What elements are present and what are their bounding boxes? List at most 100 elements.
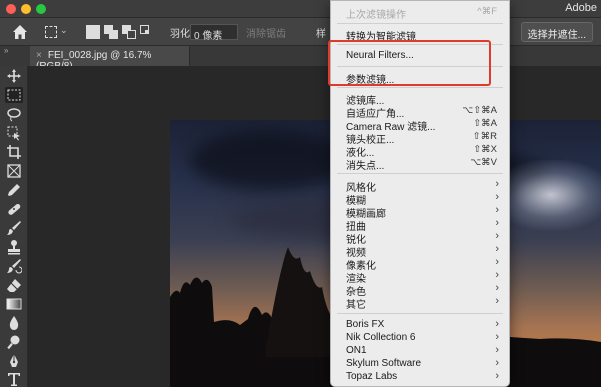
home-button[interactable]	[10, 21, 30, 43]
menu-item-sharpen[interactable]: 锐化 ›	[331, 230, 509, 246]
submenu-arrow-icon: ›	[495, 331, 499, 343]
pen-icon	[10, 354, 18, 367]
drop-icon	[9, 316, 19, 330]
menu-item-stylize[interactable]: 风格化 ›	[331, 178, 509, 194]
move-tool[interactable]	[5, 68, 23, 84]
crop-tool[interactable]	[5, 144, 23, 160]
stamp-tool[interactable]	[5, 239, 23, 255]
menu-separator	[337, 87, 503, 88]
submenu-arrow-icon: ›	[495, 191, 499, 203]
brush-tool[interactable]	[5, 220, 23, 236]
frame-tool[interactable]	[5, 163, 23, 179]
menu-item-camera-raw[interactable]: Camera Raw 滤镜... ⇧⌘A	[331, 118, 509, 133]
home-icon	[13, 25, 27, 39]
new-selection-button[interactable]	[86, 25, 100, 39]
submenu-arrow-icon: ›	[495, 243, 499, 255]
annotation-highlight-box	[328, 40, 491, 86]
menu-separator	[337, 313, 503, 314]
submenu-arrow-icon: ›	[495, 357, 499, 369]
history-brush-icon	[7, 259, 23, 274]
submenu-arrow-icon: ›	[495, 230, 499, 242]
zoom-window-button[interactable]	[36, 4, 46, 14]
select-and-mask-button[interactable]: 选择并遮住...	[520, 22, 593, 42]
pen-tool[interactable]	[5, 353, 23, 369]
dodge-icon	[7, 335, 20, 350]
type-tool[interactable]	[5, 371, 23, 387]
menu-item-vanishing-point[interactable]: 消失点... ⌥⌘V	[331, 157, 509, 172]
menu-item-blur-gallery[interactable]: 模糊画廊 ›	[331, 204, 509, 220]
submenu-arrow-icon: ›	[495, 295, 499, 307]
menu-item-adaptive-wide-angle[interactable]: 自适应广角... ⌥⇧⌘A	[331, 105, 509, 120]
menu-item-noise[interactable]: 杂色 ›	[331, 282, 509, 298]
menu-item-boris-fx[interactable]: Boris FX ›	[331, 318, 509, 332]
eraser-icon	[7, 279, 21, 292]
menu-item-topaz-labs[interactable]: Topaz Labs ›	[331, 370, 509, 384]
marquee-icon	[45, 26, 57, 38]
subtract-selection-button[interactable]	[122, 25, 136, 39]
menu-item-lens-correction[interactable]: 镜头校正... ⇧⌘R	[331, 131, 509, 146]
menu-item-liquify[interactable]: 液化... ⇧⌘X	[331, 144, 509, 159]
submenu-arrow-icon: ›	[495, 256, 499, 268]
antialias-checkbox-label[interactable]: 消除锯齿	[246, 25, 286, 45]
submenu-arrow-icon: ›	[495, 178, 499, 190]
frame-icon	[7, 164, 21, 178]
menu-item-other[interactable]: 其它 ›	[331, 295, 509, 311]
submenu-arrow-icon: ›	[495, 269, 499, 281]
submenu-arrow-icon: ›	[495, 217, 499, 229]
canvas-area[interactable]	[29, 66, 601, 387]
menu-item-pixelate[interactable]: 像素化 ›	[331, 256, 509, 272]
menu-separator	[337, 23, 503, 24]
history-brush-tool[interactable]	[5, 258, 23, 274]
object-select-icon	[7, 126, 20, 141]
tools-panel	[0, 66, 28, 387]
object-select-tool[interactable]	[5, 125, 23, 141]
collapse-panel-icon[interactable]: »	[4, 46, 8, 55]
gradient-tool[interactable]	[5, 296, 23, 312]
intersect-selection-button[interactable]	[140, 25, 154, 39]
style-label: 样	[316, 29, 326, 40]
menu-separator	[337, 173, 503, 174]
minimize-window-button[interactable]	[21, 4, 31, 14]
document-tab[interactable]: ×FEI_0028.jpg @ 16.7%(RGB/8)	[30, 46, 190, 72]
brush-icon	[7, 221, 21, 235]
menu-item-on1[interactable]: ON1 ›	[331, 344, 509, 358]
menu-item-filter-gallery[interactable]: 滤镜库...	[331, 92, 509, 107]
dodge-tool[interactable]	[5, 334, 23, 350]
lasso-icon	[7, 108, 21, 122]
blur-tool[interactable]	[5, 315, 23, 331]
menu-item-video[interactable]: 视频 ›	[331, 243, 509, 259]
submenu-arrow-icon: ›	[495, 204, 499, 216]
healing-tool[interactable]	[5, 201, 23, 217]
submenu-arrow-icon: ›	[495, 370, 499, 382]
eraser-tool[interactable]	[5, 277, 23, 293]
menu-item-skylum-software[interactable]: Skylum Software ›	[331, 357, 509, 371]
menu-item-blur[interactable]: 模糊 ›	[331, 191, 509, 207]
feather-input[interactable]: 0 像素	[190, 24, 238, 42]
type-icon	[8, 373, 20, 386]
gradient-icon	[6, 298, 22, 310]
menu-item-last-filter: 上次滤镜操作 ^⌘F	[346, 6, 497, 21]
submenu-arrow-icon: ›	[495, 318, 499, 330]
stamp-icon	[8, 240, 20, 255]
crop-icon	[7, 145, 21, 159]
marquee-tool[interactable]	[5, 87, 23, 103]
chevron-down-icon: ⌄	[60, 25, 68, 35]
menu-item-render[interactable]: 渲染 ›	[331, 269, 509, 285]
lasso-tool[interactable]	[5, 106, 23, 122]
close-window-button[interactable]	[6, 4, 16, 14]
menu-item-distort[interactable]: 扭曲 ›	[331, 217, 509, 233]
title-bar: Adobe	[0, 0, 601, 18]
app-title: Adobe	[565, 2, 597, 14]
eyedropper-icon	[8, 184, 20, 196]
add-selection-button[interactable]	[104, 25, 118, 39]
submenu-arrow-icon: ›	[495, 344, 499, 356]
eyedropper-tool[interactable]	[5, 182, 23, 198]
menu-item-nik-collection[interactable]: Nik Collection 6 ›	[331, 331, 509, 345]
marquee-icon	[7, 89, 21, 101]
move-icon	[7, 69, 21, 83]
options-bar: ⌄ 羽化: 0 像素 消除锯齿 样 选择并遮住...	[0, 18, 601, 46]
submenu-arrow-icon: ›	[495, 282, 499, 294]
marquee-preset-picker[interactable]: ⌄	[42, 22, 68, 42]
close-tab-icon[interactable]: ×	[36, 50, 42, 61]
document-tab-bar: » ×FEI_0028.jpg @ 16.7%(RGB/8)	[0, 46, 601, 72]
